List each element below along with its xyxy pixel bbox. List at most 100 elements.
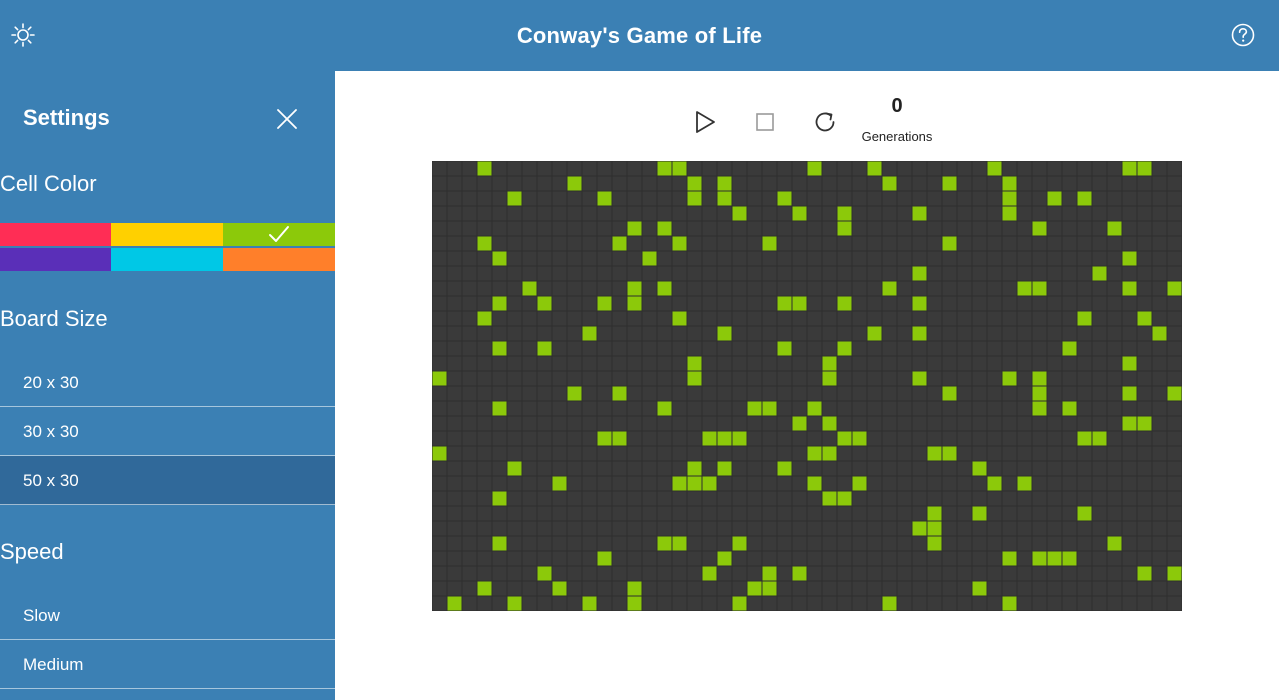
- live-cell[interactable]: [822, 416, 837, 431]
- live-cell[interactable]: [1032, 371, 1047, 386]
- live-cell[interactable]: [492, 536, 507, 551]
- color-swatch[interactable]: [0, 223, 111, 246]
- live-cell[interactable]: [762, 566, 777, 581]
- reset-icon[interactable]: [812, 109, 838, 135]
- live-cell[interactable]: [1032, 551, 1047, 566]
- live-cell[interactable]: [477, 581, 492, 596]
- live-cell[interactable]: [477, 311, 492, 326]
- live-cell[interactable]: [1152, 326, 1167, 341]
- live-cell[interactable]: [942, 446, 957, 461]
- board-size-option-selected[interactable]: 50 x 30: [0, 456, 335, 505]
- live-cell[interactable]: [942, 386, 957, 401]
- live-cell[interactable]: [927, 446, 942, 461]
- live-cell[interactable]: [717, 326, 732, 341]
- live-cell[interactable]: [612, 386, 627, 401]
- live-cell[interactable]: [852, 476, 867, 491]
- live-cell[interactable]: [1062, 341, 1077, 356]
- live-cell[interactable]: [537, 566, 552, 581]
- live-cell[interactable]: [822, 491, 837, 506]
- live-cell[interactable]: [477, 236, 492, 251]
- live-cell[interactable]: [657, 161, 672, 176]
- live-cell[interactable]: [1092, 266, 1107, 281]
- live-cell[interactable]: [912, 371, 927, 386]
- live-cell[interactable]: [492, 401, 507, 416]
- live-cell[interactable]: [492, 341, 507, 356]
- live-cell[interactable]: [1077, 311, 1092, 326]
- live-cell[interactable]: [687, 476, 702, 491]
- live-cell[interactable]: [1122, 161, 1137, 176]
- live-cell[interactable]: [1122, 386, 1137, 401]
- live-cell[interactable]: [807, 401, 822, 416]
- live-cell[interactable]: [777, 296, 792, 311]
- live-cell[interactable]: [687, 176, 702, 191]
- live-cell[interactable]: [942, 236, 957, 251]
- live-cell[interactable]: [1002, 206, 1017, 221]
- game-board[interactable]: [432, 161, 1182, 611]
- live-cell[interactable]: [447, 596, 462, 611]
- live-cell[interactable]: [1092, 431, 1107, 446]
- live-cell[interactable]: [792, 206, 807, 221]
- live-cell[interactable]: [537, 341, 552, 356]
- live-cell[interactable]: [1062, 401, 1077, 416]
- live-cell[interactable]: [837, 341, 852, 356]
- live-cell[interactable]: [492, 251, 507, 266]
- live-cell[interactable]: [927, 506, 942, 521]
- live-cell[interactable]: [807, 161, 822, 176]
- live-cell[interactable]: [807, 446, 822, 461]
- live-cell[interactable]: [687, 371, 702, 386]
- color-swatch[interactable]: [111, 223, 223, 246]
- live-cell[interactable]: [657, 536, 672, 551]
- live-cell[interactable]: [582, 596, 597, 611]
- live-cell[interactable]: [717, 551, 732, 566]
- live-cell[interactable]: [1032, 386, 1047, 401]
- live-cell[interactable]: [732, 596, 747, 611]
- live-cell[interactable]: [1032, 281, 1047, 296]
- live-cell[interactable]: [777, 461, 792, 476]
- live-cell[interactable]: [732, 536, 747, 551]
- live-cell[interactable]: [777, 191, 792, 206]
- live-cell[interactable]: [987, 476, 1002, 491]
- color-swatch-selected[interactable]: [223, 223, 335, 246]
- live-cell[interactable]: [1032, 401, 1047, 416]
- live-cell[interactable]: [792, 416, 807, 431]
- color-swatch[interactable]: [223, 248, 335, 271]
- live-cell[interactable]: [1122, 416, 1137, 431]
- live-cell[interactable]: [762, 401, 777, 416]
- live-cell[interactable]: [822, 371, 837, 386]
- close-icon[interactable]: [274, 106, 300, 132]
- live-cell[interactable]: [522, 281, 537, 296]
- live-cell[interactable]: [822, 446, 837, 461]
- live-cell[interactable]: [612, 431, 627, 446]
- live-cell[interactable]: [1002, 191, 1017, 206]
- live-cell[interactable]: [1167, 281, 1182, 296]
- live-cell[interactable]: [552, 581, 567, 596]
- live-cell[interactable]: [912, 521, 927, 536]
- live-cell[interactable]: [702, 431, 717, 446]
- live-cell[interactable]: [1137, 311, 1152, 326]
- live-cell[interactable]: [1137, 566, 1152, 581]
- live-cell[interactable]: [492, 296, 507, 311]
- live-cell[interactable]: [1017, 476, 1032, 491]
- live-cell[interactable]: [837, 221, 852, 236]
- live-cell[interactable]: [1077, 191, 1092, 206]
- live-cell[interactable]: [672, 311, 687, 326]
- live-cell[interactable]: [567, 176, 582, 191]
- live-cell[interactable]: [852, 431, 867, 446]
- live-cell[interactable]: [747, 401, 762, 416]
- live-cell[interactable]: [1137, 416, 1152, 431]
- live-cell[interactable]: [822, 356, 837, 371]
- live-cell[interactable]: [867, 326, 882, 341]
- live-cell[interactable]: [717, 461, 732, 476]
- live-cell[interactable]: [1107, 221, 1122, 236]
- live-cell[interactable]: [657, 401, 672, 416]
- live-cell[interactable]: [567, 386, 582, 401]
- live-cell[interactable]: [912, 206, 927, 221]
- speed-option[interactable]: Medium: [0, 640, 335, 689]
- live-cell[interactable]: [732, 206, 747, 221]
- live-cell[interactable]: [1002, 596, 1017, 611]
- live-cell[interactable]: [657, 221, 672, 236]
- live-cell[interactable]: [927, 536, 942, 551]
- live-cell[interactable]: [777, 341, 792, 356]
- live-cell[interactable]: [1017, 281, 1032, 296]
- live-cell[interactable]: [1107, 536, 1122, 551]
